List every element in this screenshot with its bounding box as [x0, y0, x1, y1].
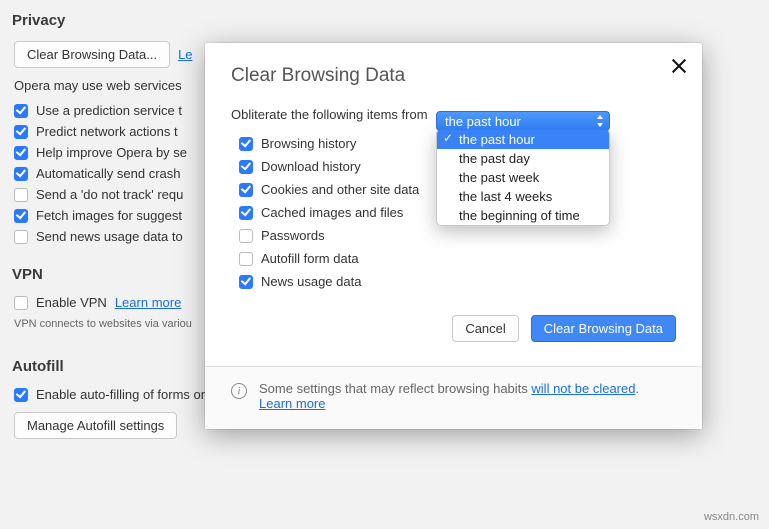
clear-item-label: Cached images and files	[261, 205, 403, 220]
privacy-option-label: Send news usage data to	[36, 229, 183, 244]
clear-item-label: Download history	[261, 159, 361, 174]
enable-vpn-checkbox[interactable]	[14, 296, 28, 310]
clear-item-checkbox[interactable]	[239, 275, 253, 289]
clear-item-checkbox[interactable]	[239, 183, 253, 197]
enable-vpn-label: Enable VPN	[36, 295, 107, 310]
vpn-learn-more-link[interactable]: Learn more	[115, 295, 181, 310]
time-range-options: the past hourthe past daythe past weekth…	[436, 129, 610, 226]
privacy-option-checkbox[interactable]	[14, 209, 28, 223]
clear-item-row: Autofill form data	[239, 251, 676, 266]
privacy-option-label: Use a prediction service t	[36, 103, 182, 118]
clear-item-row: News usage data	[239, 274, 676, 289]
privacy-option-checkbox[interactable]	[14, 230, 28, 244]
clear-browsing-data-dialog: Clear Browsing Data Obliterate the follo…	[205, 43, 702, 429]
time-range-option[interactable]: the last 4 weeks	[437, 187, 609, 206]
footer-not-cleared-link[interactable]: will not be cleared	[531, 381, 635, 396]
watermark: wsxdn.com	[704, 511, 759, 523]
clear-item-label: Autofill form data	[261, 251, 359, 266]
footer-dot: .	[635, 381, 639, 396]
time-range-selected-value: the past hour	[445, 114, 521, 129]
clear-item-label: Browsing history	[261, 136, 356, 151]
info-icon: i	[231, 383, 247, 399]
privacy-option-checkbox[interactable]	[14, 167, 28, 181]
privacy-option-label: Automatically send crash	[36, 166, 181, 181]
clear-item-label: Passwords	[261, 228, 325, 243]
clear-item-checkbox[interactable]	[239, 229, 253, 243]
time-range-option[interactable]: the past week	[437, 168, 609, 187]
time-range-select[interactable]: the past hour	[436, 111, 610, 131]
footer-learn-more-link[interactable]: Learn more	[259, 396, 325, 411]
privacy-option-label: Send a 'do not track' requ	[36, 187, 183, 202]
enable-autofill-checkbox[interactable]	[14, 388, 28, 402]
clear-browsing-data-confirm-button[interactable]: Clear Browsing Data	[531, 315, 676, 342]
privacy-option-label: Fetch images for suggest	[36, 208, 182, 223]
clear-item-label: News usage data	[261, 274, 361, 289]
close-icon[interactable]	[670, 57, 688, 75]
clear-item-checkbox[interactable]	[239, 252, 253, 266]
privacy-option-label: Predict network actions t	[36, 124, 178, 139]
clear-item-label: Cookies and other site data	[261, 182, 419, 197]
privacy-option-checkbox[interactable]	[14, 188, 28, 202]
section-heading-privacy: Privacy	[12, 12, 757, 29]
privacy-option-checkbox[interactable]	[14, 146, 28, 160]
clear-item-checkbox[interactable]	[239, 137, 253, 151]
clear-item-checkbox[interactable]	[239, 160, 253, 174]
cancel-button[interactable]: Cancel	[452, 315, 518, 342]
footer-text: Some settings that may reflect browsing …	[259, 381, 531, 396]
clear-item-row: Passwords	[239, 228, 676, 243]
privacy-option-checkbox[interactable]	[14, 104, 28, 118]
time-range-option[interactable]: the past hour	[437, 130, 609, 149]
time-range-option[interactable]: the past day	[437, 149, 609, 168]
learn-more-link-truncated[interactable]: Le	[178, 47, 192, 62]
time-range-option[interactable]: the beginning of time	[437, 206, 609, 225]
privacy-option-checkbox[interactable]	[14, 125, 28, 139]
privacy-option-label: Help improve Opera by se	[36, 145, 187, 160]
manage-autofill-button[interactable]: Manage Autofill settings	[14, 412, 177, 439]
clear-browsing-data-button[interactable]: Clear Browsing Data...	[14, 41, 170, 68]
dialog-title: Clear Browsing Data	[231, 65, 676, 87]
clear-item-checkbox[interactable]	[239, 206, 253, 220]
